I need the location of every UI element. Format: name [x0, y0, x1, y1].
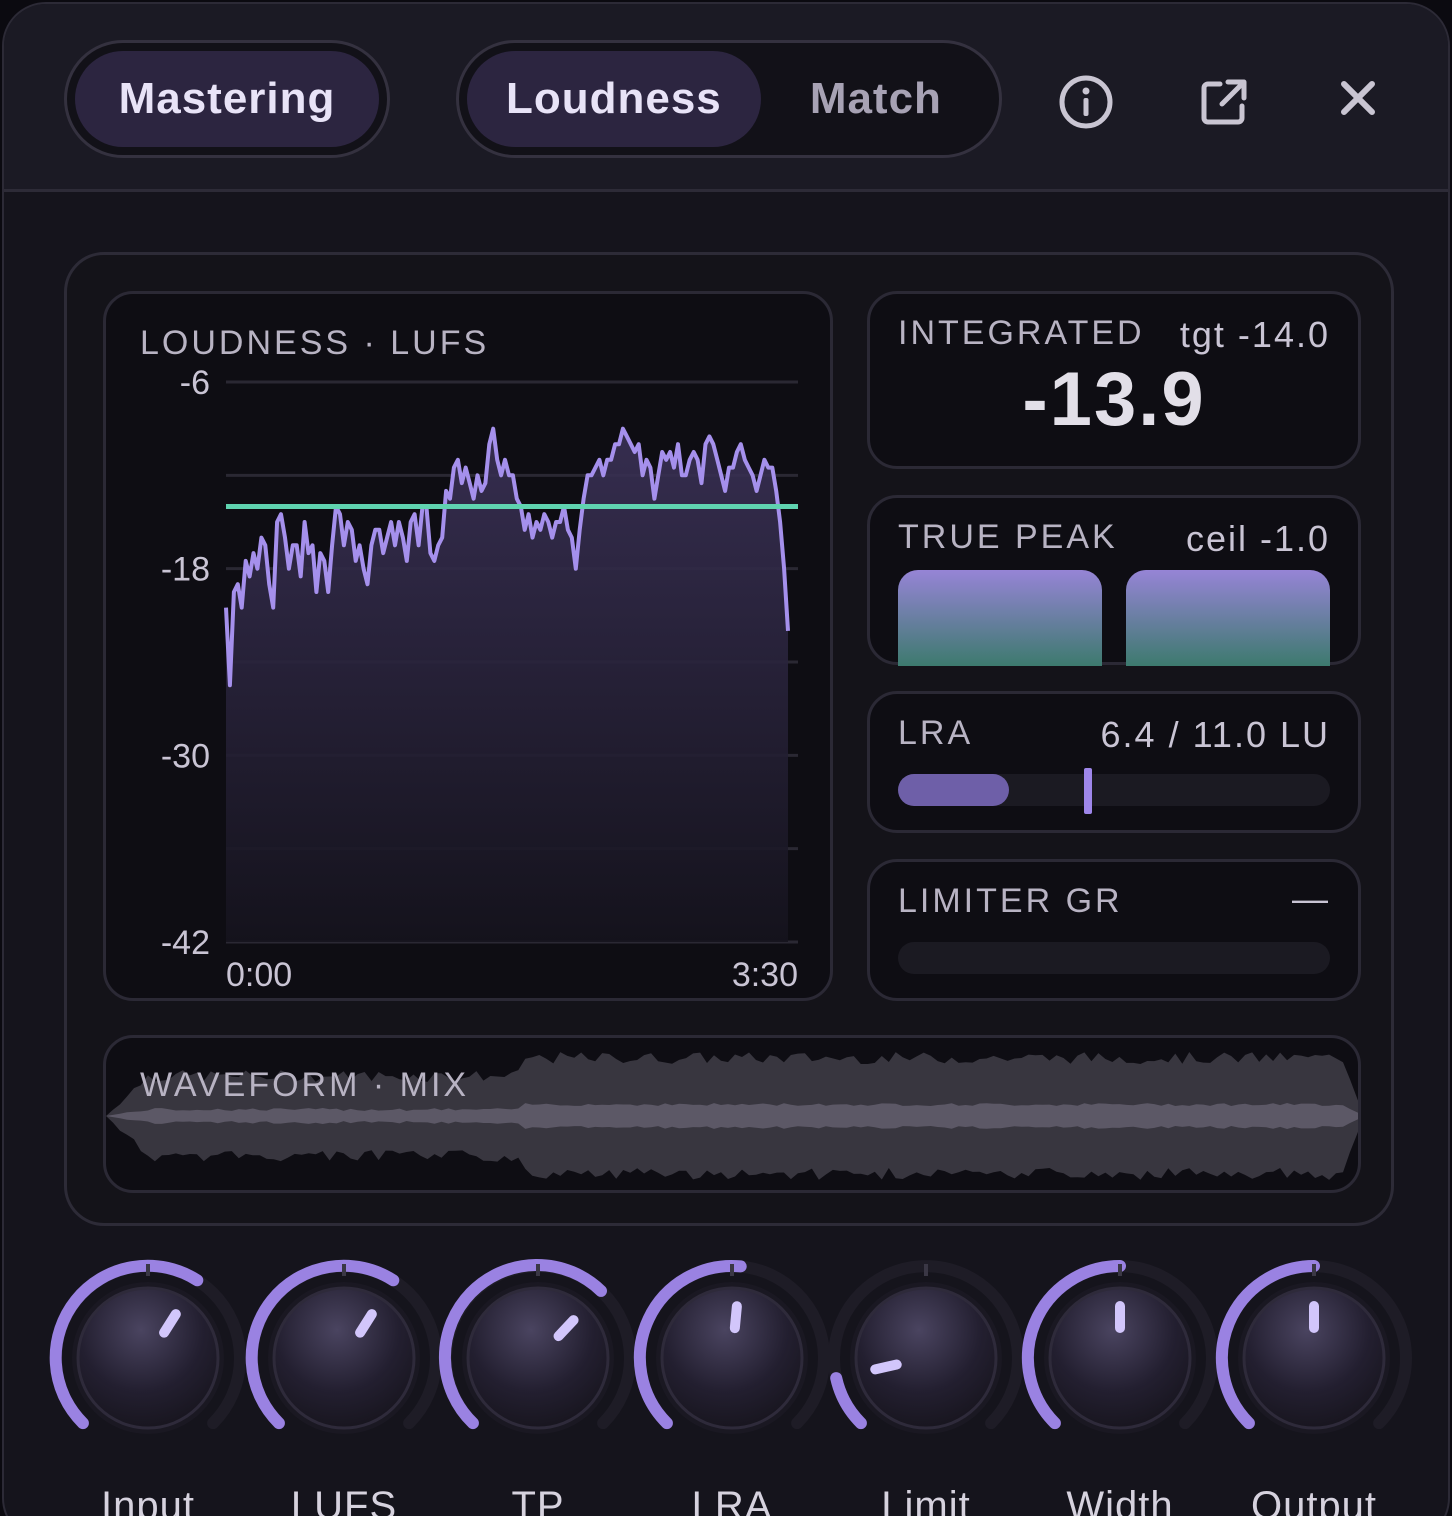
knob-dial[interactable] — [1214, 1258, 1414, 1458]
y-tick-label: -6 — [180, 364, 210, 402]
knob-dial[interactable] — [244, 1258, 444, 1458]
x-end-label: 3:30 — [732, 956, 798, 994]
lra-max-marker — [1084, 768, 1093, 814]
true-peak-label: TRUE PEAK — [898, 518, 1118, 556]
lra-card: LRA 6.4 / 11.0 LU — [867, 691, 1361, 833]
y-tick-label: -42 — [161, 924, 210, 962]
knob-label: Limit — [881, 1484, 971, 1516]
integrated-value: -13.9 — [1022, 357, 1206, 442]
tab-mastering[interactable]: Mastering — [75, 51, 379, 147]
knob-dial[interactable] — [438, 1258, 638, 1458]
limiter-meter — [898, 942, 1330, 974]
knob-tp[interactable]: TP — [438, 1258, 638, 1516]
knob-label: Output — [1250, 1484, 1378, 1516]
external-link-icon — [1201, 79, 1247, 125]
knob-dial[interactable] — [826, 1258, 1026, 1458]
mode-tab-group: Mastering — [64, 40, 390, 158]
lra-meter — [898, 768, 1330, 814]
knob-indicator — [870, 1359, 902, 1375]
knob-cap — [272, 1286, 416, 1430]
chart-title: LOUDNESS · LUFS — [140, 324, 489, 362]
knob-cap — [76, 1286, 220, 1430]
knob-width[interactable]: Width — [1020, 1258, 1220, 1516]
loudness-chart: -6 -18 -30 -42 LOUDNESS · LUFS 0:00 3:30 — [140, 324, 798, 994]
knob-input[interactable]: Input — [48, 1258, 248, 1516]
true-peak-ceiling: ceil -1.0 — [1185, 518, 1330, 559]
y-tick-label: -18 — [161, 551, 210, 589]
info-button[interactable] — [1048, 64, 1124, 140]
knob-cap — [854, 1286, 998, 1430]
knob-indicator — [729, 1301, 742, 1334]
plugin-window: Mastering Loudness Match -6 -18 -30 -42 … — [2, 2, 1450, 1516]
lra-value: 6.4 / 11.0 LU — [1100, 714, 1330, 755]
waveform-label: WAVEFORM · MIX — [140, 1066, 470, 1104]
lra-fill — [898, 774, 1009, 806]
knob-lufs[interactable]: LUFS — [244, 1258, 444, 1516]
knob-limit[interactable]: Limit — [826, 1258, 1026, 1516]
info-icon — [1059, 75, 1113, 129]
knob-output[interactable]: Output — [1214, 1258, 1414, 1516]
true-peak-meter-left — [898, 570, 1102, 666]
knob-label: LRA — [691, 1484, 773, 1516]
loudness-graph-card: -6 -18 -30 -42 LOUDNESS · LUFS 0:00 3:30 — [103, 291, 833, 1001]
meter-panel: -6 -18 -30 -42 LOUDNESS · LUFS 0:00 3:30 IN… — [64, 252, 1394, 1226]
knob-label: Input — [101, 1484, 195, 1516]
limiter-value: — — [1292, 878, 1330, 919]
y-tick-label: -30 — [161, 737, 210, 775]
header-bar: Mastering Loudness Match — [4, 4, 1448, 192]
true-peak-meter-right — [1126, 570, 1330, 666]
true-peak-card: TRUE PEAK ceil -1.0 — [867, 495, 1361, 666]
tab-loudness[interactable]: Loudness — [467, 51, 761, 147]
limiter-label: LIMITER GR — [898, 882, 1123, 920]
close-icon — [1341, 81, 1375, 115]
integrated-card: INTEGRATED tgt -14.0 -13.9 — [867, 291, 1361, 469]
view-tab-group: Loudness Match — [456, 40, 1002, 158]
knob-dial[interactable] — [1020, 1258, 1220, 1458]
integrated-target: tgt -14.0 — [1179, 314, 1330, 355]
limiter-card: LIMITER GR — — [867, 859, 1361, 1001]
lra-label: LRA — [898, 714, 974, 752]
integrated-label: INTEGRATED — [898, 314, 1145, 352]
close-button[interactable] — [1320, 60, 1396, 136]
knob-label: Width — [1066, 1484, 1174, 1516]
knob-cap — [466, 1286, 610, 1430]
knob-label: TP — [511, 1484, 565, 1516]
waveform — [106, 1052, 1358, 1180]
knob-label: LUFS — [290, 1484, 398, 1516]
knob-dial[interactable] — [632, 1258, 832, 1458]
x-start-label: 0:00 — [226, 956, 292, 994]
waveform-card: WAVEFORM · MIX — [103, 1035, 1361, 1193]
popout-button[interactable] — [1186, 64, 1262, 140]
knob-lra[interactable]: LRA — [632, 1258, 832, 1516]
knob-dial[interactable] — [48, 1258, 248, 1458]
tab-match[interactable]: Match — [761, 51, 991, 147]
